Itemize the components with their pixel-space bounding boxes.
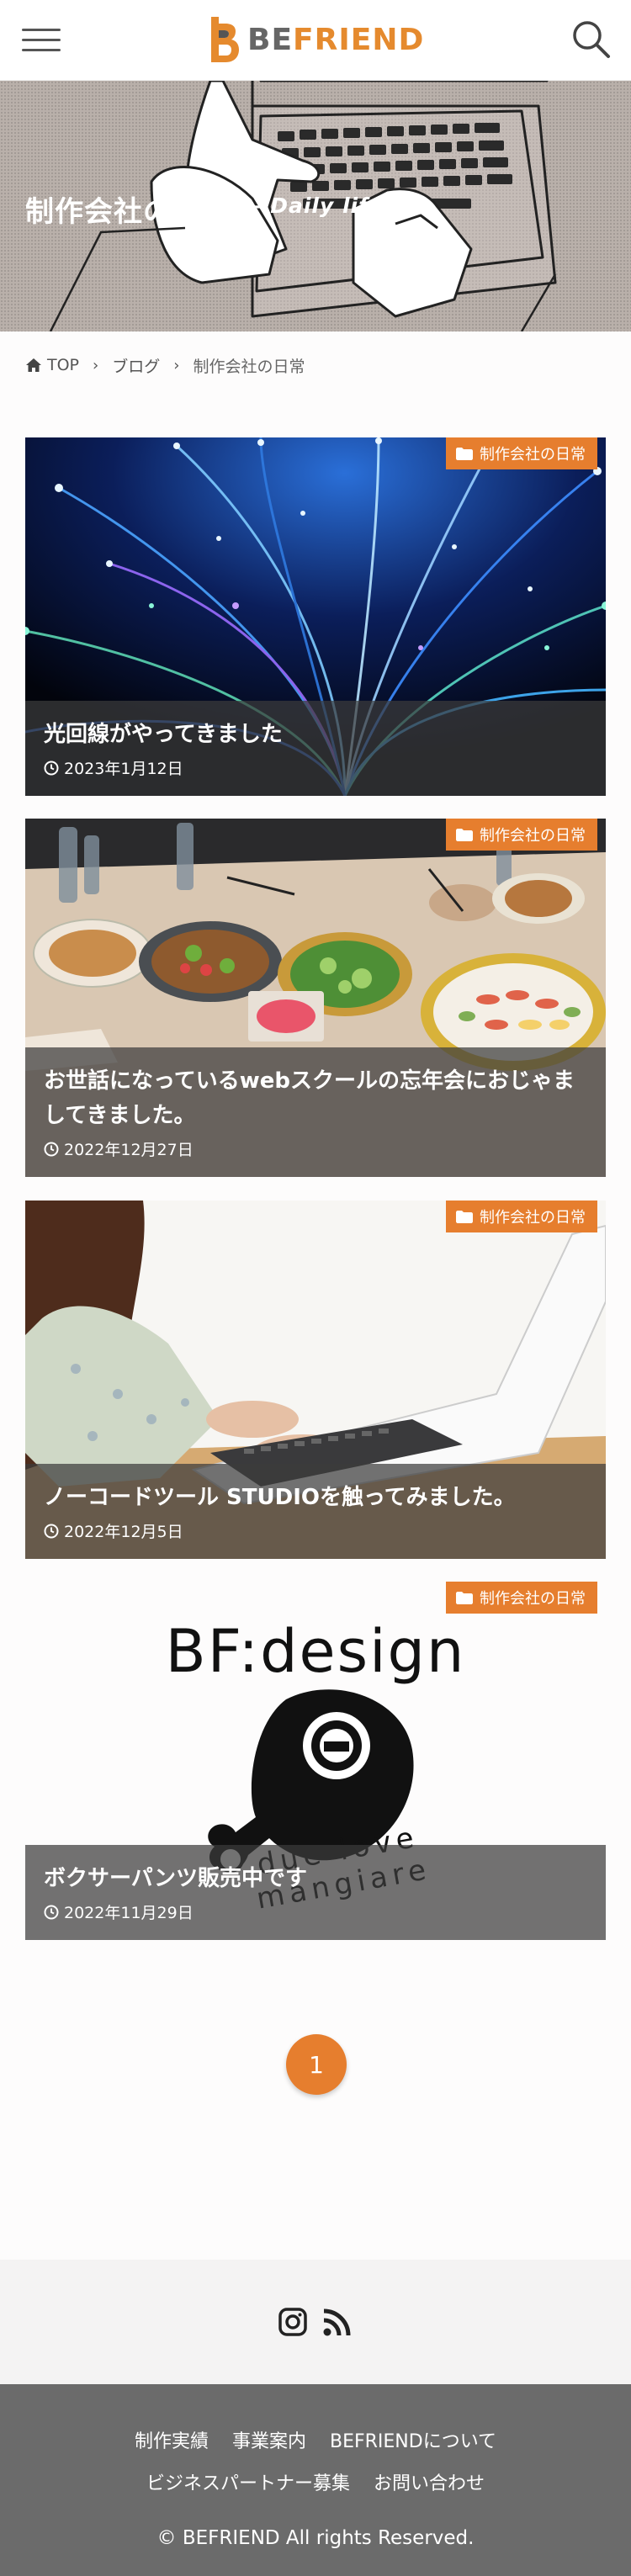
post-date-text: 2022年12月5日 [64, 1523, 183, 1541]
post-title[interactable]: お世話になっているwebスクールの忘年会におじゃましてきました。 [44, 1064, 589, 1134]
breadcrumb-current: 制作会社の日常 [193, 357, 305, 376]
site-logo[interactable]: BEFRIEND [209, 13, 424, 66]
post-title[interactable]: ノーコードツール STUDIOを触ってみました。 [44, 1481, 589, 1516]
post-date: 2022年12月27日 [44, 1137, 589, 1160]
footer-nav-row-2: ビジネスパートナー募集 お問い合わせ [0, 2468, 631, 2495]
post-card[interactable]: BF:design due love mangiare 制作会社の日常 ボクサー… [25, 1582, 606, 1940]
category-badge[interactable]: 制作会社の日常 [446, 819, 597, 851]
post-title[interactable]: ボクサーパンツ販売中です [44, 1862, 589, 1897]
footer-link-partners[interactable]: ビジネスパートナー募集 [146, 2468, 350, 2495]
post-card[interactable]: 制作会社の日常 光回線がやってきました 2023年1月12日 [25, 437, 606, 796]
category-badge[interactable]: 制作会社の日常 [446, 1201, 597, 1232]
home-icon [26, 358, 41, 372]
footer-link-about[interactable]: BEFRIENDについて [330, 2426, 496, 2453]
post-date: 2022年12月5日 [44, 1519, 589, 1542]
hamburger-menu-icon[interactable] [22, 25, 61, 56]
copyright-text: © BEFRIEND All rights Reserved. [156, 2527, 475, 2549]
post-card[interactable]: 制作会社の日常 ノーコードツール STUDIOを触ってみました。 2022年12… [25, 1201, 606, 1559]
folder-icon [456, 1210, 473, 1223]
breadcrumb-top-label: TOP [47, 356, 80, 374]
post-date-text: 2022年11月29日 [64, 1904, 194, 1922]
post-date-text: 2022年12月27日 [64, 1141, 194, 1159]
clock-icon [44, 1905, 59, 1919]
category-badge[interactable]: 制作会社の日常 [446, 437, 597, 469]
footer-link-services[interactable]: 事業案内 [232, 2426, 306, 2453]
site-header: BEFRIEND [0, 0, 631, 81]
post-caption: ボクサーパンツ販売中です 2022年11月29日 [25, 1845, 606, 1940]
post-date-text: 2023年1月12日 [64, 760, 183, 778]
site-footer: 制作実績 事業案内 BEFRIENDについて ビジネスパートナー募集 お問い合わ… [0, 2384, 631, 2576]
search-icon[interactable] [570, 19, 612, 61]
category-label: 制作会社の日常 [480, 1209, 586, 1227]
footer-nav-row-1: 制作実績 事業案内 BEFRIENDについて [0, 2426, 631, 2453]
post-caption: ノーコードツール STUDIOを触ってみました。 2022年12月5日 [25, 1464, 606, 1559]
post-date: 2022年11月29日 [44, 1900, 589, 1923]
page: BEFRIEND 制作会社の日常 – Daily life – TOP › ブロ… [0, 0, 631, 2576]
instagram-icon[interactable] [278, 2308, 307, 2336]
folder-icon [456, 447, 473, 460]
footer-link-works[interactable]: 制作実績 [135, 2426, 209, 2453]
post-card[interactable]: 制作会社の日常 お世話になっているwebスクールの忘年会におじゃましてきました。… [25, 819, 606, 1177]
folder-icon [456, 828, 473, 841]
footer-link-contact[interactable]: お問い合わせ [374, 2468, 485, 2495]
clock-icon [44, 1524, 59, 1538]
chevron-right-icon: › [173, 356, 180, 374]
social-links [0, 2260, 631, 2384]
pagination-current-page[interactable]: 1 [286, 2034, 347, 2095]
category-badge[interactable]: 制作会社の日常 [446, 1582, 597, 1614]
category-label: 制作会社の日常 [480, 827, 586, 845]
logo-friend: FRIEND [293, 22, 425, 57]
post-title[interactable]: 光回線がやってきました [44, 718, 589, 753]
breadcrumb: TOP › ブログ › 制作会社の日常 [25, 352, 305, 379]
post-caption: 光回線がやってきました 2023年1月12日 [25, 701, 606, 796]
breadcrumb-blog-link[interactable]: ブログ [112, 354, 160, 377]
clock-icon [44, 1142, 59, 1156]
logo-b-icon [211, 17, 239, 62]
chevron-right-icon: › [93, 356, 99, 374]
page-hero: 制作会社の日常 – Daily life – [0, 81, 631, 331]
folder-icon [456, 1591, 473, 1604]
category-label: 制作会社の日常 [480, 446, 586, 464]
page-title: 制作会社の日常 [25, 195, 231, 229]
rss-icon[interactable] [322, 2308, 351, 2337]
post-caption: お世話になっているwebスクールの忘年会におじゃましてきました。 2022年12… [25, 1047, 606, 1177]
logo-wordmark: BEFRIEND [247, 23, 424, 57]
post-date: 2023年1月12日 [44, 756, 589, 779]
page-subtitle: – Daily life – [251, 193, 404, 218]
category-label: 制作会社の日常 [480, 1590, 586, 1608]
logo-be: BE [247, 22, 294, 57]
breadcrumb-top-link[interactable]: TOP [25, 356, 79, 374]
clock-icon [44, 761, 59, 775]
